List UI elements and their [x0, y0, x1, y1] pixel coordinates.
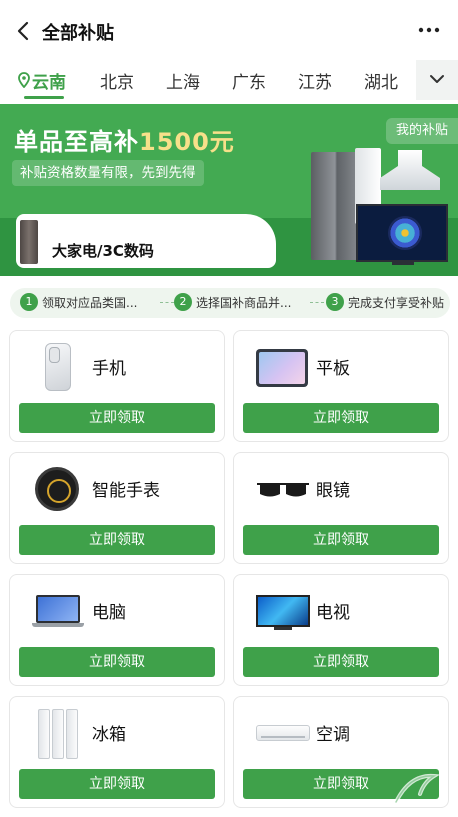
region-tabs: 云南 北京 上海 广东 江苏 湖北 [0, 60, 458, 104]
active-tab-indicator [24, 96, 64, 99]
watermark-logo-icon [394, 773, 441, 804]
claim-button[interactable]: 立即领取 [243, 403, 439, 433]
more-dots-icon[interactable] [416, 20, 442, 40]
category-card-laptop[interactable]: 电脑 立即领取 [9, 574, 225, 686]
subsidy-steps: 1 领取对应品类国... 2 选择国补商品并... 3 完成支付享受补贴 [10, 288, 450, 318]
tab-jiangsu[interactable]: 江苏 [298, 68, 332, 93]
category-card-glasses[interactable]: 眼镜 立即领取 [233, 452, 449, 564]
step-3-text: 完成支付享受补贴 [348, 296, 445, 310]
chevron-down-icon [430, 75, 444, 83]
claim-button[interactable]: 立即领取 [243, 647, 439, 677]
tv-illustration [356, 204, 448, 262]
category-name: 电视 [316, 603, 350, 623]
category-name: 冰箱 [92, 725, 126, 745]
my-subsidy-button[interactable]: 我的补贴 [385, 118, 458, 144]
fridge-illustration [311, 152, 361, 260]
category-name: 电脑 [92, 603, 126, 623]
step-2: 2 选择国补商品并... [174, 293, 291, 313]
category-card-tv[interactable]: 电视 立即领取 [233, 574, 449, 686]
tab-hubei[interactable]: 湖北 [364, 68, 398, 93]
step-1: 1 领取对应品类国... [20, 293, 137, 313]
step-divider [160, 302, 174, 303]
step-1-text: 领取对应品类国... [42, 296, 138, 310]
banner-title: 单品至高补1500元 [14, 122, 235, 157]
tablet-icon [256, 343, 308, 393]
tab-guangdong[interactable]: 广东 [232, 68, 266, 93]
category-card-tablet[interactable]: 平板 立即领取 [233, 330, 449, 442]
step-divider [310, 302, 324, 303]
page-title: 全部补贴 [42, 23, 114, 44]
category-name: 空调 [316, 725, 350, 745]
claim-button[interactable]: 立即领取 [243, 525, 439, 555]
glasses-icon [256, 465, 309, 515]
claim-button[interactable]: 立即领取 [19, 525, 215, 555]
tv-icon [256, 587, 310, 637]
air-conditioner-icon [256, 709, 310, 759]
fridge-thumbnail-icon [20, 220, 38, 264]
category-label: 大家电/3C数码 [52, 242, 154, 260]
phone-icon [32, 343, 82, 393]
fridge-icon [32, 709, 82, 759]
category-card-fridge[interactable]: 冰箱 立即领取 [9, 696, 225, 808]
location-pin-icon [18, 72, 30, 88]
top-bar: 全部补贴 [0, 0, 458, 60]
category-card-phone[interactable]: 手机 立即领取 [9, 330, 225, 442]
step-2-text: 选择国补商品并... [196, 296, 292, 310]
tab-yunnan[interactable]: 云南 [32, 68, 66, 93]
banner-title-amount: 1500元 [139, 128, 235, 156]
category-name: 智能手表 [92, 481, 160, 501]
banner-title-prefix: 单品至高补 [14, 128, 139, 156]
tv-stand-illustration [392, 262, 414, 265]
claim-button[interactable]: 立即领取 [19, 769, 215, 799]
subsidy-banner[interactable]: 单品至高补1500元 补贴资格数量有限，先到先得 我的补贴 大家电/3C数码 [0, 104, 458, 276]
category-name: 眼镜 [316, 481, 350, 501]
category-card-smartwatch[interactable]: 智能手表 立即领取 [9, 452, 225, 564]
range-hood-illustration [380, 150, 440, 190]
category-name: 手机 [92, 359, 126, 379]
claim-button[interactable]: 立即领取 [19, 403, 215, 433]
category-name: 平板 [316, 359, 350, 379]
tab-beijing[interactable]: 北京 [100, 68, 134, 93]
claim-button[interactable]: 立即领取 [19, 647, 215, 677]
chevron-left-icon[interactable] [14, 19, 34, 43]
expand-tabs-button[interactable] [416, 60, 458, 100]
smartwatch-icon [32, 465, 82, 515]
banner-subtitle: 补贴资格数量有限，先到先得 [12, 160, 204, 186]
laptop-icon [32, 587, 84, 637]
step-3: 3 完成支付享受补贴 [326, 293, 444, 313]
tab-shanghai[interactable]: 上海 [166, 68, 200, 93]
